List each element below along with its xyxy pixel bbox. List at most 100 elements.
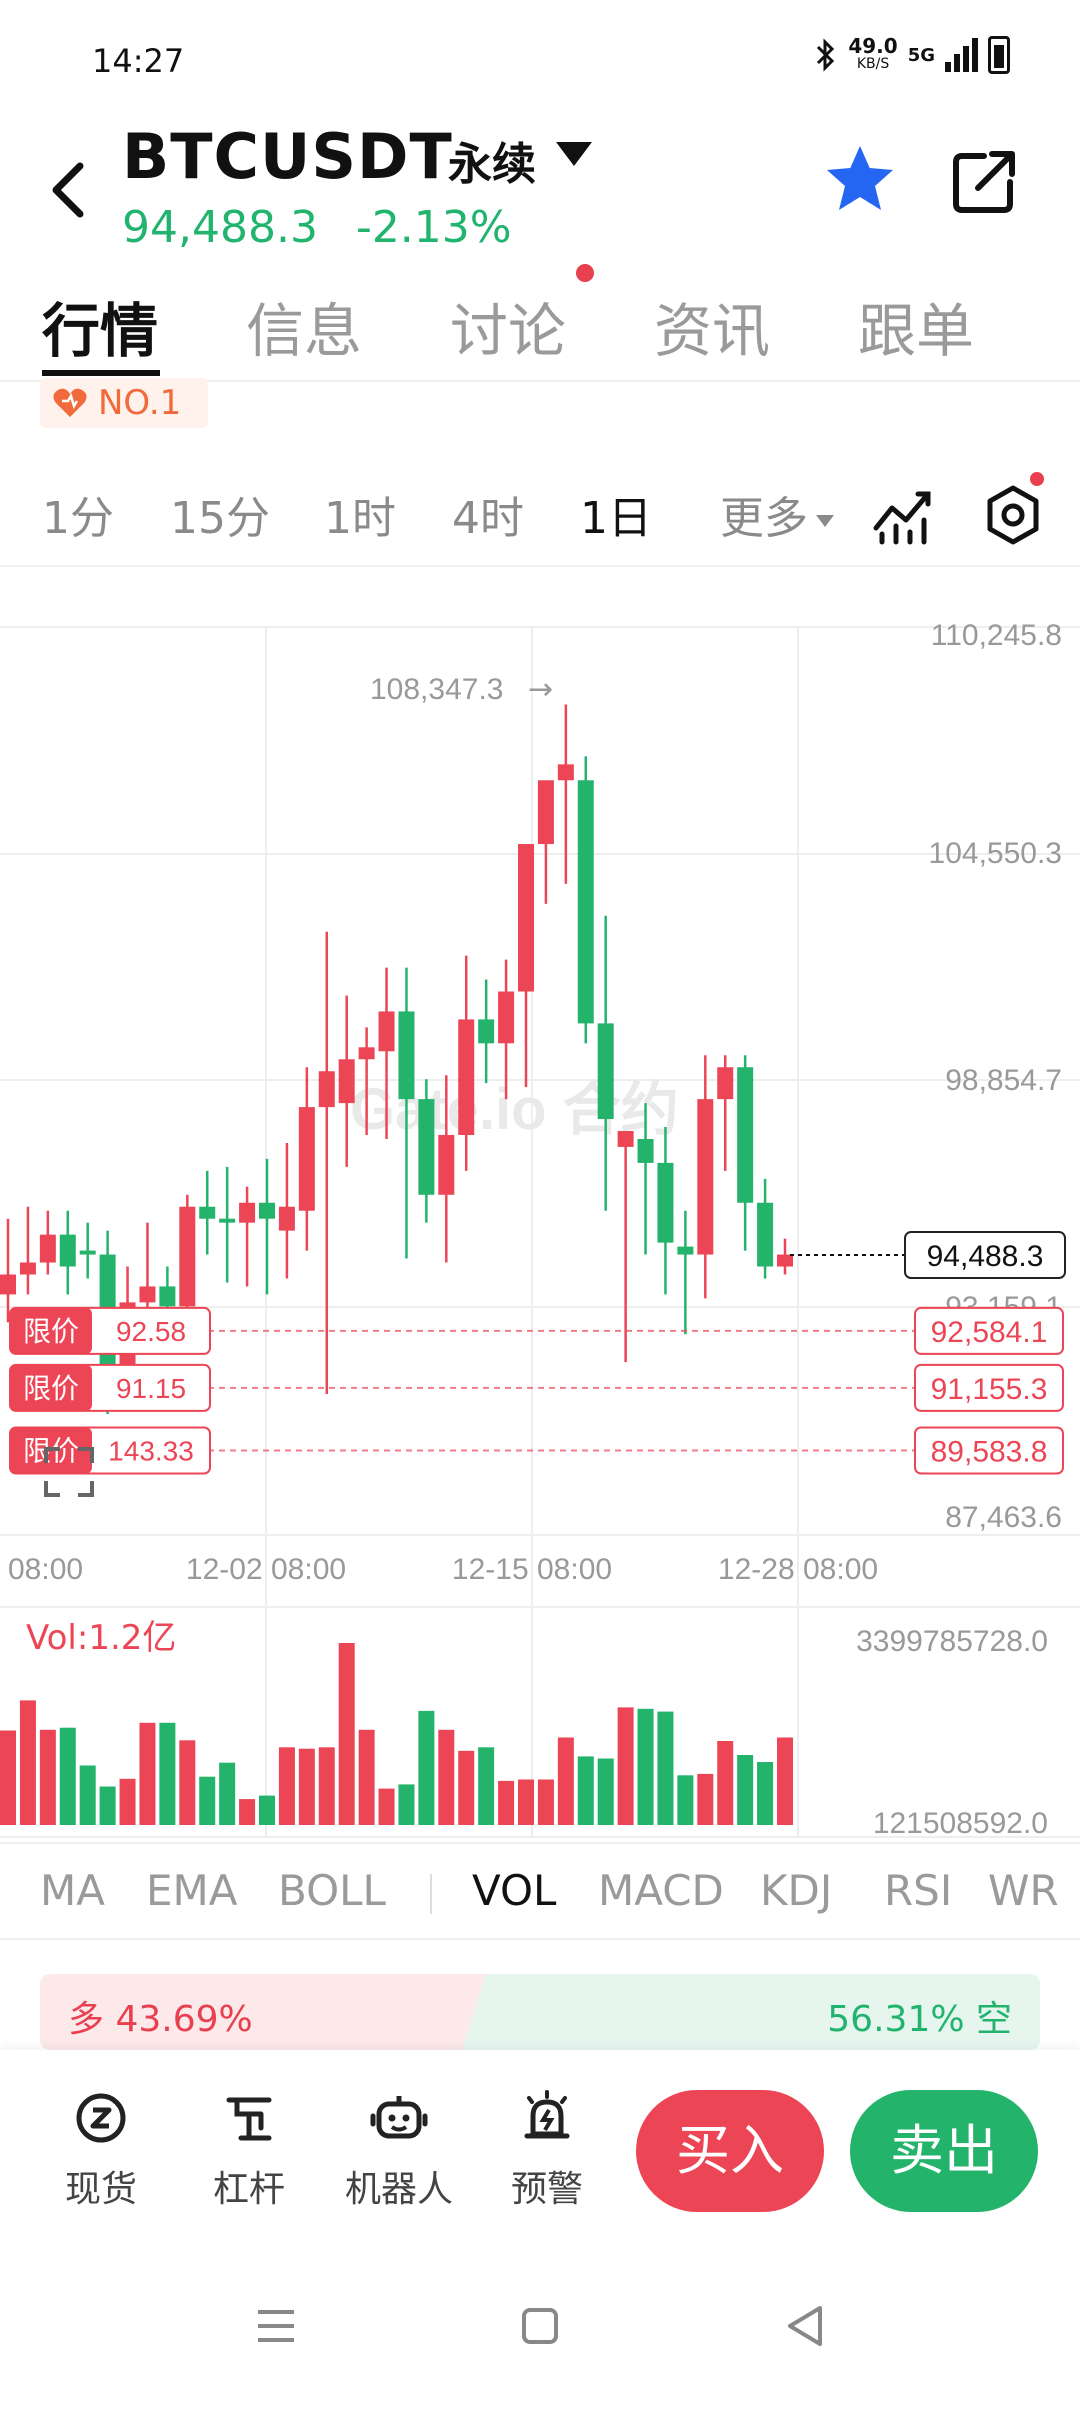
indicator-divider [430,1874,432,1914]
volume-bar [617,1707,634,1825]
buy-button[interactable]: 买入 [636,2090,824,2212]
home-icon[interactable] [510,2296,570,2356]
tab-discussion[interactable]: 讨论 [450,284,566,368]
price-line: 94,488.3 -2.13% [122,202,512,253]
back-nav-icon[interactable] [776,2296,836,2356]
timeframe-15m[interactable]: 15分 [170,482,270,546]
nav-leverage[interactable]: 杠杆 [184,2088,314,2212]
menu-icon[interactable] [246,2296,306,2356]
contract-type[interactable]: 永续 [448,128,536,192]
indicator-rsi[interactable]: RSI [884,1866,952,1915]
volume-bar [99,1786,116,1825]
candle-body [518,844,534,992]
candle-body [378,1011,395,1052]
volume-bar [677,1775,694,1825]
more-timeframes[interactable]: 更多 [720,482,834,546]
limit-order-line[interactable]: 限价 91.15 91,155.3 [9,1363,1064,1412]
indicator-vol[interactable]: VOL [472,1866,556,1915]
x-tick-label: 12-15 08:00 [452,1553,612,1586]
candle [259,1158,275,1295]
settings-icon[interactable] [978,480,1048,550]
volume-bar [79,1765,96,1825]
candle [19,1206,36,1295]
candle-body [0,1274,16,1295]
indicator-wr[interactable]: WR [988,1866,1059,1915]
candle-body [79,1250,96,1255]
candle [537,780,554,904]
candle [179,1194,196,1319]
volume-bar [159,1722,176,1825]
candle-body [438,1134,455,1195]
timeframe-1h[interactable]: 1时 [324,482,396,546]
rank-badge[interactable]: NO.1 [40,378,208,428]
timeframe-1d[interactable]: 1日 [580,482,652,546]
bluetooth-icon [817,38,835,72]
volume-bar [278,1747,295,1825]
price-chart[interactable]: Gate.io 合约 110,245.8 104,550.3 98,854.7 … [0,565,1080,1845]
tab-market[interactable]: 行情 [42,284,158,368]
tab-news[interactable]: 资讯 [654,284,770,368]
indicator-boll[interactable]: BOLL [278,1866,386,1915]
candle-body [577,780,594,1024]
indicator-kdj[interactable]: KDJ [760,1866,832,1915]
candle-body [637,1138,654,1163]
x-tick-label: 08:00 [8,1553,83,1586]
candle-body [59,1234,76,1267]
share-icon[interactable] [950,146,1020,216]
candle-body [697,1099,714,1255]
candle-body [498,991,515,1044]
candle-body [757,1202,774,1267]
volume-bar [378,1788,395,1825]
star-icon[interactable] [820,140,900,220]
spot-icon [76,2093,126,2143]
sell-button[interactable]: 卖出 [850,2090,1038,2212]
candle-body [298,1107,315,1211]
volume-bar [418,1710,435,1825]
indicator-ema[interactable]: EMA [146,1866,238,1915]
candle-body [617,1131,634,1147]
limit-order-line[interactable]: 限价 92.58 92,584.1 [9,1306,1064,1355]
candle [657,1127,674,1295]
leverage-icon [226,2097,272,2141]
volume-bar [597,1758,614,1825]
tab-info[interactable]: 信息 [246,284,362,368]
kline-chart[interactable]: Gate.io 合约 110,245.8 104,550.3 98,854.7 … [0,567,1080,1847]
indicator-macd[interactable]: MACD [598,1866,724,1915]
back-icon[interactable] [36,150,96,230]
volume-bar [219,1762,236,1825]
candle [418,1079,435,1223]
candle-body [338,1059,355,1104]
timeframe-1m[interactable]: 1分 [42,482,114,546]
candle [757,1178,774,1279]
nav-spot[interactable]: 现货 [36,2088,166,2212]
candle-body [418,1099,435,1195]
volume-bar [199,1776,216,1825]
candle-body [557,764,574,781]
pair-title[interactable]: BTCUSDT [122,120,453,193]
volume-bar [119,1778,136,1825]
candle [219,1166,236,1283]
limit-price-label: 91,155.3 [931,1373,1048,1406]
indicator-ma[interactable]: MA [40,1866,105,1915]
chevron-down-icon[interactable] [556,142,592,166]
candle [478,979,495,1084]
y-tick-label: 110,245.8 [931,619,1062,652]
candle-body [358,1047,375,1060]
candle [39,1210,56,1275]
timeframe-4h[interactable]: 4时 [452,482,524,546]
y-tick-label: 104,550.3 [929,837,1062,870]
volume-bar [39,1729,56,1825]
nav-robot[interactable]: 机器人 [334,2088,464,2212]
volume-bars [0,1643,793,1825]
volume-max-label: 3399785728.0 [856,1625,1048,1658]
battery-icon [988,36,1010,74]
limit-tag-label: 限价 [23,1315,79,1348]
chart-type-icon[interactable] [868,480,938,550]
limit-order-line[interactable]: 限价 143.33 89,583.8 [9,1426,1064,1475]
volume-bar [498,1780,515,1825]
long-short-ratio: 多 43.69% 56.31% 空 [40,1974,1040,2050]
nav-alert[interactable]: 预警 [482,2088,612,2212]
tab-copy-trade[interactable]: 跟单 [858,284,974,368]
candle [278,1142,295,1279]
candle-body [777,1254,793,1267]
